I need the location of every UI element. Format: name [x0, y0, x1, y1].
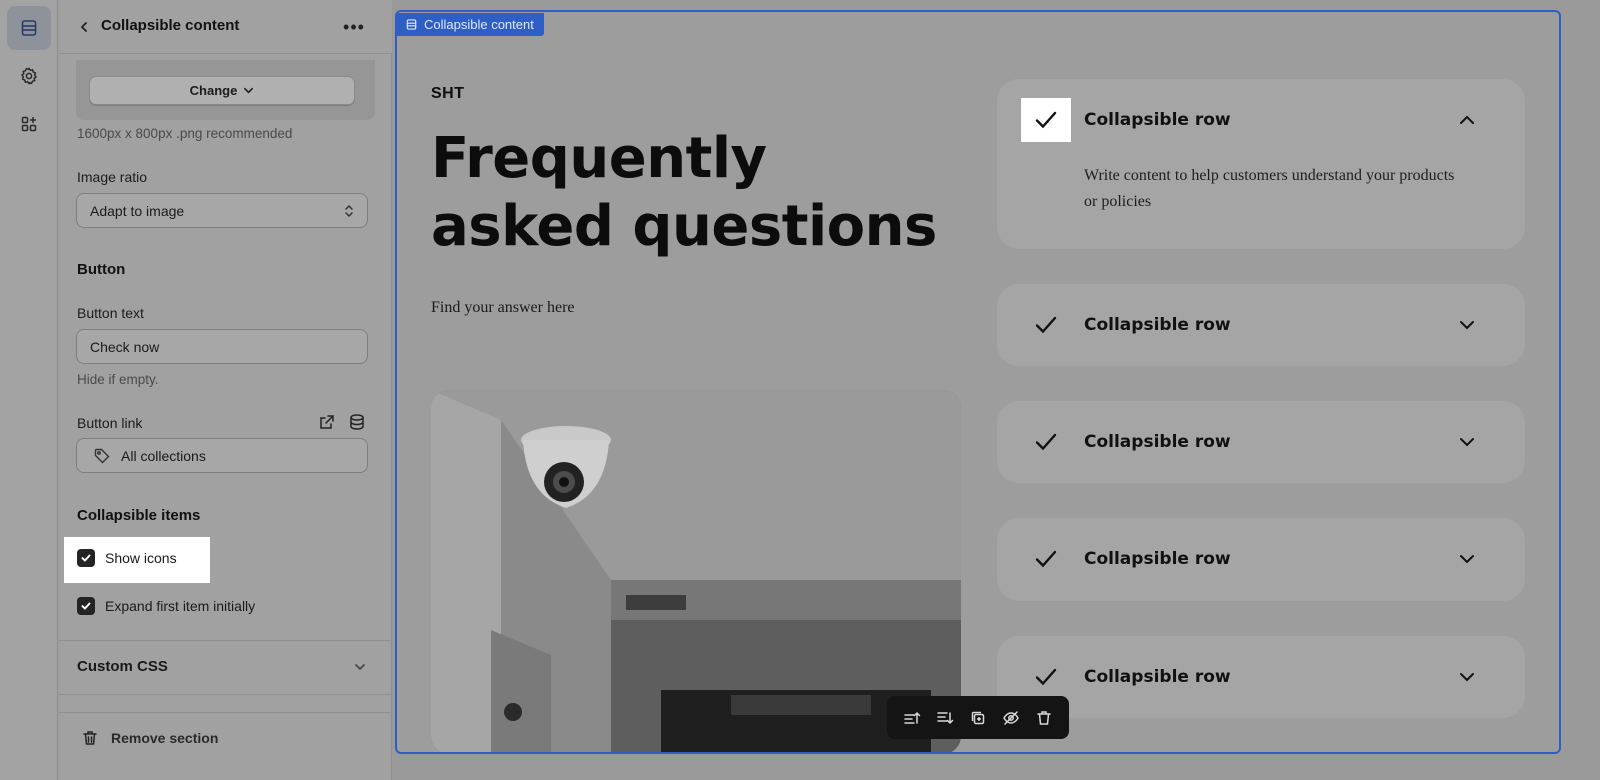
check-icon: [1021, 655, 1071, 699]
button-link-input[interactable]: All collections: [76, 438, 368, 473]
chevron-down-icon[interactable]: [1456, 314, 1478, 336]
custom-css-row[interactable]: Custom CSS: [59, 642, 392, 694]
checkbox-checked[interactable]: [77, 549, 95, 567]
check-icon: [1021, 420, 1071, 464]
change-button-label: Change: [189, 83, 238, 98]
settings-panel: Collapsible content ••• Change 1600px x …: [59, 0, 392, 780]
database-icon[interactable]: [348, 413, 366, 431]
image-ratio-value: Adapt to image: [90, 202, 185, 219]
remove-section-button[interactable]: Remove section: [81, 729, 218, 747]
collapsible-row-1[interactable]: Collapsible row Write content to help cu…: [997, 79, 1525, 249]
rail-apps-button[interactable]: [7, 102, 51, 146]
checkbox-checked[interactable]: [77, 597, 95, 615]
sections-icon: [21, 20, 37, 36]
chevron-up-icon[interactable]: [1456, 109, 1478, 131]
divider: [59, 712, 392, 713]
more-options-button[interactable]: •••: [341, 16, 367, 38]
move-up-icon[interactable]: [901, 707, 923, 729]
check-icon: [1021, 98, 1071, 142]
collapsible-row-5[interactable]: Collapsible row: [997, 636, 1525, 718]
custom-css-label: Custom CSS: [77, 658, 168, 675]
panel-header: Collapsible content •••: [59, 0, 392, 54]
button-link-value: All collections: [121, 447, 206, 464]
row-title: Collapsible row: [1084, 549, 1231, 569]
trash-icon: [83, 731, 97, 745]
button-link-label: Button link: [77, 415, 143, 431]
check-icon: [1021, 303, 1071, 347]
section-toolbar: [887, 696, 1069, 739]
change-image-button[interactable]: Change: [89, 76, 355, 105]
tag-icon: [94, 448, 110, 463]
rail-settings-button[interactable]: [7, 54, 51, 98]
image-picker: Change: [76, 60, 375, 120]
rail-sections-button[interactable]: [7, 6, 51, 50]
move-down-icon[interactable]: [934, 707, 956, 729]
show-icons-label: Show icons: [105, 550, 177, 566]
image-ratio-select[interactable]: Adapt to image: [76, 193, 368, 228]
chevron-left-icon: [80, 22, 87, 32]
external-link-icon[interactable]: [318, 413, 336, 431]
divider: [59, 694, 392, 695]
row-title: Collapsible row: [1084, 432, 1231, 452]
button-text-value: Check now: [90, 338, 160, 355]
divider: [59, 640, 392, 641]
preview-canvas: SHT Frequently asked questions Find your…: [395, 10, 1561, 754]
row-title: Collapsible row: [1084, 667, 1231, 687]
check-icon: [1021, 537, 1071, 581]
row-title: Collapsible row: [1084, 110, 1231, 130]
button-text-input[interactable]: Check now: [76, 329, 368, 364]
trash-icon[interactable]: [1033, 707, 1055, 729]
chevron-down-icon[interactable]: [1456, 548, 1478, 570]
back-button[interactable]: [73, 16, 95, 38]
button-text-label: Button text: [77, 305, 144, 321]
button-section-heading: Button: [77, 261, 126, 278]
select-arrows-icon: [345, 204, 353, 218]
hide-icon[interactable]: [1000, 707, 1022, 729]
expand-first-label: Expand first item initially: [105, 598, 256, 614]
remove-section-label: Remove section: [111, 730, 219, 746]
button-link-actions: [318, 413, 366, 431]
expand-first-checkbox[interactable]: Expand first item initially: [77, 597, 255, 615]
collapsible-row-2[interactable]: Collapsible row: [997, 284, 1525, 366]
image-size-hint: 1600px x 800px .png recommended: [77, 126, 293, 141]
duplicate-icon[interactable]: [967, 707, 989, 729]
chevron-down-icon[interactable]: [1456, 431, 1478, 453]
gear-icon: [20, 67, 38, 85]
row-title: Collapsible row: [1084, 315, 1231, 335]
left-rail: [0, 0, 58, 780]
collapsible-row-4[interactable]: Collapsible row: [997, 518, 1525, 601]
faq-heading: Frequently asked questions: [431, 126, 937, 259]
sections-icon: [406, 19, 417, 30]
check-icon: [81, 554, 91, 562]
image-ratio-label: Image ratio: [77, 169, 148, 185]
chevron-down-icon[interactable]: [1456, 666, 1478, 688]
collapsible-row-3[interactable]: Collapsible row: [997, 401, 1525, 483]
apps-icon: [21, 116, 37, 132]
chevron-down-icon: [355, 664, 365, 671]
check-icon: [81, 602, 91, 610]
button-text-hint: Hide if empty.: [77, 372, 159, 387]
row-body: Write content to help customers understa…: [1084, 167, 1455, 210]
faq-subtitle: Find your answer here: [431, 299, 575, 316]
section-tag-label: Collapsible content: [424, 17, 534, 32]
chevron-down-icon: [244, 87, 254, 94]
section-selection-tag[interactable]: Collapsible content: [397, 13, 544, 36]
faq-eyebrow: SHT: [431, 85, 465, 102]
panel-title: Collapsible content: [101, 17, 240, 34]
hallway-camera-photo: [431, 390, 961, 752]
collapsible-items-heading: Collapsible items: [77, 507, 201, 524]
show-icons-checkbox[interactable]: Show icons: [77, 549, 177, 567]
